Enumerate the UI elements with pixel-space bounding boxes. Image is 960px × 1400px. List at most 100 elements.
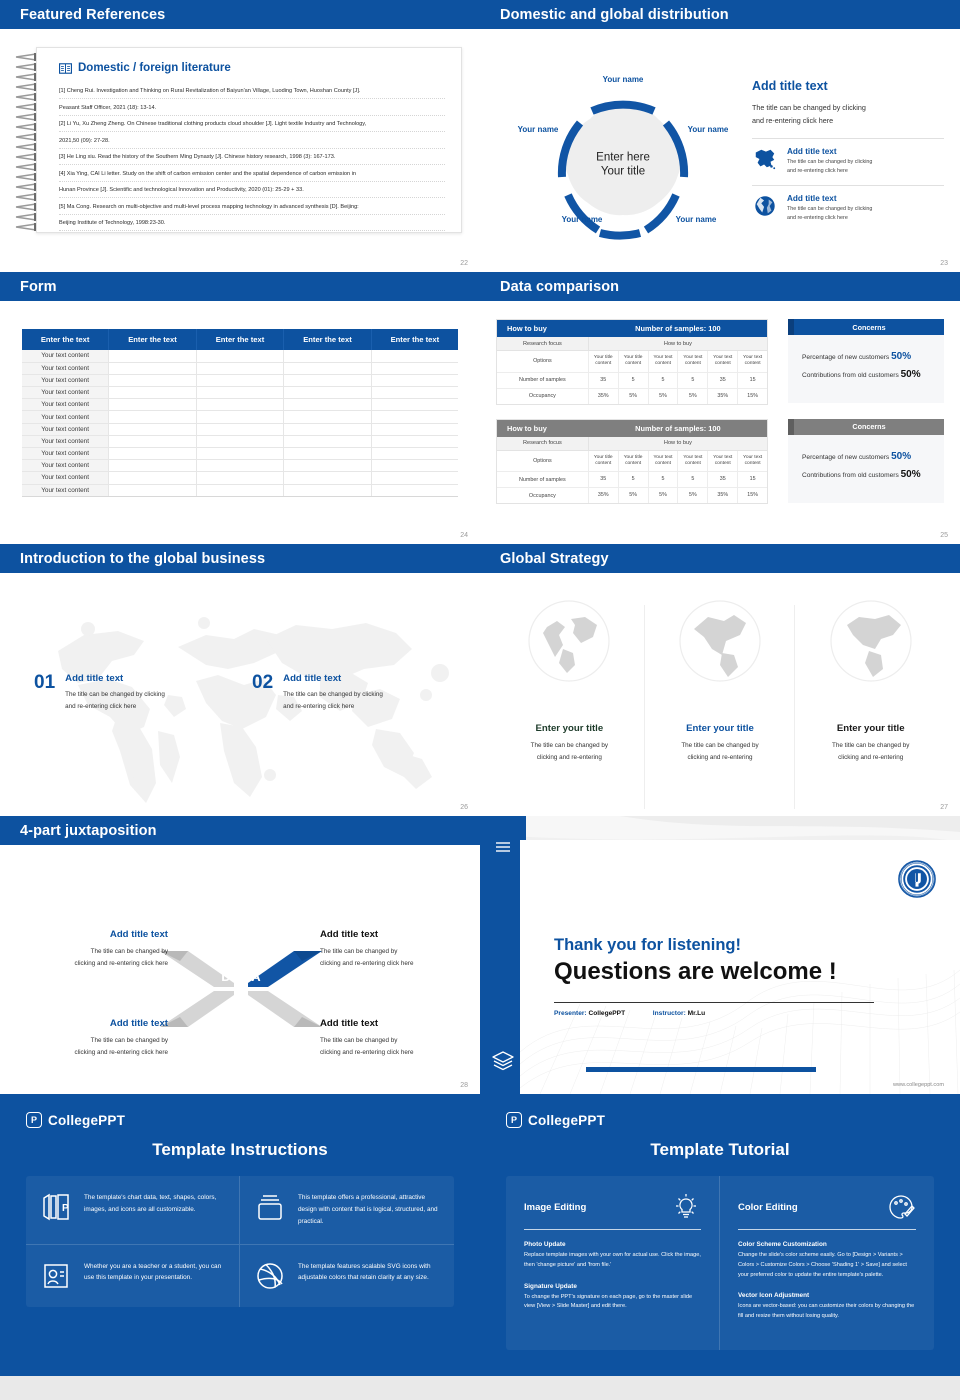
row-label-cell[interactable]: Your text content [22, 484, 110, 497]
table-cell[interactable] [371, 484, 458, 497]
table-cell[interactable] [371, 350, 458, 363]
row-label-cell[interactable]: Your text content [22, 362, 110, 375]
slide-juxtaposition[interactable]: 4-part juxtaposition D A C B Add title t… [0, 816, 480, 1094]
table-cell[interactable] [108, 410, 197, 424]
row-label-cell[interactable]: Your text content [22, 350, 110, 363]
quadrant-bottom-left[interactable]: Add title text The title can be changed … [18, 1018, 168, 1060]
global-business-item-02[interactable]: 02 Add title text The title can be chang… [252, 673, 383, 714]
table-cell[interactable] [108, 386, 197, 400]
table-cell[interactable] [283, 374, 372, 388]
table-cell[interactable] [283, 398, 372, 412]
table-cell[interactable] [283, 471, 372, 485]
table-cell[interactable] [283, 410, 372, 424]
table-cell[interactable] [196, 374, 285, 388]
table-row[interactable]: Occupancy 35% 5% 5% 5% 35% 15% [497, 488, 767, 503]
row-label-cell[interactable]: Your text content [22, 471, 110, 485]
table-cell[interactable] [108, 447, 197, 461]
table-cell[interactable] [196, 410, 285, 424]
slide-data-comparison[interactable]: Data comparison How to buy Number of samp… [480, 272, 960, 544]
table-row[interactable]: Your text content [22, 435, 458, 449]
row-label-cell[interactable]: Your text content [22, 423, 110, 436]
table-cell[interactable] [283, 484, 372, 497]
table-row[interactable]: Options Your title content Your title cont… [497, 351, 767, 373]
table-cell[interactable] [196, 362, 285, 375]
table-row[interactable]: Your text content [22, 362, 458, 375]
table-cell[interactable] [371, 362, 458, 375]
slide-distribution[interactable]: Domestic and global distribution Your na… [480, 0, 960, 272]
row-label-cell[interactable]: Your text content [22, 374, 110, 388]
table-cell[interactable] [283, 447, 372, 461]
table-cell[interactable] [196, 423, 285, 436]
table-row[interactable]: Your text content [22, 447, 458, 461]
table-row[interactable]: Your text content [22, 386, 458, 400]
table-cell[interactable] [196, 447, 285, 461]
table-cell[interactable] [283, 459, 372, 473]
table-cell[interactable] [283, 386, 372, 400]
row-label-cell[interactable]: Your text content [22, 386, 110, 400]
table-cell[interactable] [108, 484, 197, 497]
comparison-table-2[interactable]: How to buy Number of samples: 100 Research… [496, 418, 768, 504]
distribution-item-china[interactable]: Add title text The title can be changed … [752, 147, 944, 176]
quadrant-top-left[interactable]: Add title text The title can be changed … [18, 929, 168, 971]
table-cell[interactable] [108, 435, 197, 449]
table-row[interactable]: Your text content [22, 423, 458, 436]
table-row[interactable]: Your text content [22, 471, 458, 485]
slide-global-strategy[interactable]: Global Strategy Enter your title The tit… [480, 544, 960, 816]
strategy-column-2[interactable]: Enter your title The title can be change… [645, 599, 796, 816]
row-label-cell[interactable]: Your text content [22, 447, 110, 461]
table-row[interactable]: Your text content [22, 398, 458, 412]
table-row[interactable]: Occupancy 35% 5% 5% 5% 35% 15% [497, 388, 767, 404]
form-table[interactable]: Enter the text Enter the text Enter the te… [22, 329, 458, 497]
row-label-cell[interactable]: Your text content [22, 410, 110, 424]
table-cell[interactable] [108, 374, 197, 388]
strategy-column-3[interactable]: Enter your title The title can be change… [795, 599, 946, 816]
table-cell[interactable] [108, 362, 197, 375]
table-cell[interactable] [196, 386, 285, 400]
table-row[interactable]: Options Your title content Your title cont… [497, 450, 767, 473]
table-cell[interactable] [371, 374, 458, 388]
table-cell[interactable] [371, 386, 458, 400]
slide-global-business[interactable]: Introduction to the global business 01 A… [0, 544, 480, 816]
table-cell[interactable] [283, 362, 372, 375]
table-cell[interactable] [283, 350, 372, 363]
table-cell[interactable] [108, 350, 197, 363]
quadrant-bottom-right[interactable]: Add title text The title can be changed … [320, 1018, 470, 1060]
table-row[interactable]: Your text content [22, 374, 458, 388]
table-row[interactable]: Number of samples 35 5 5 5 35 15 [497, 472, 767, 489]
table-cell[interactable] [196, 435, 285, 449]
table-cell[interactable] [371, 435, 458, 449]
table-row[interactable]: Number of samples 35 5 5 5 35 15 [497, 372, 767, 389]
table-row[interactable]: Your text content [22, 484, 458, 497]
table-cell[interactable] [196, 484, 285, 497]
table-cell[interactable] [283, 435, 372, 449]
hamburger-menu-icon[interactable] [494, 840, 512, 854]
table-cell[interactable] [371, 398, 458, 412]
table-row[interactable]: Your text content [22, 410, 458, 424]
table-cell[interactable] [196, 459, 285, 473]
row-label-cell[interactable]: Your text content [22, 459, 110, 473]
row-label-cell[interactable]: Your text content [22, 435, 110, 449]
slide-thank-you[interactable]: Thank you for listening! Questions are w… [480, 816, 960, 1094]
table-row[interactable]: Your text content [22, 350, 458, 363]
table-cell[interactable] [108, 423, 197, 436]
table-cell[interactable] [108, 398, 197, 412]
table-cell[interactable] [371, 410, 458, 424]
slide-references[interactable]: Featured References Domestic / foreign l… [0, 0, 480, 272]
row-label-cell[interactable]: Your text content [22, 398, 110, 412]
table-cell[interactable] [283, 423, 372, 436]
global-business-item-01[interactable]: 01 Add title text The title can be chang… [34, 673, 165, 714]
table-cell[interactable] [196, 471, 285, 485]
table-cell[interactable] [371, 459, 458, 473]
table-cell[interactable] [371, 471, 458, 485]
table-cell[interactable] [371, 423, 458, 436]
table-cell[interactable] [196, 398, 285, 412]
table-cell[interactable] [108, 471, 197, 485]
slide-form[interactable]: Form Enter the text Enter the text Enter t… [0, 272, 480, 544]
comparison-table-1[interactable]: How to buy Number of samples: 100 Research… [496, 319, 768, 405]
strategy-column-1[interactable]: Enter your title The title can be change… [494, 599, 645, 816]
table-cell[interactable] [196, 350, 285, 363]
table-row[interactable]: Your text content [22, 459, 458, 473]
table-cell[interactable] [371, 447, 458, 461]
distribution-item-global[interactable]: Add title text The title can be changed … [752, 194, 944, 223]
quadrant-top-right[interactable]: Add title text The title can be changed … [320, 929, 470, 971]
